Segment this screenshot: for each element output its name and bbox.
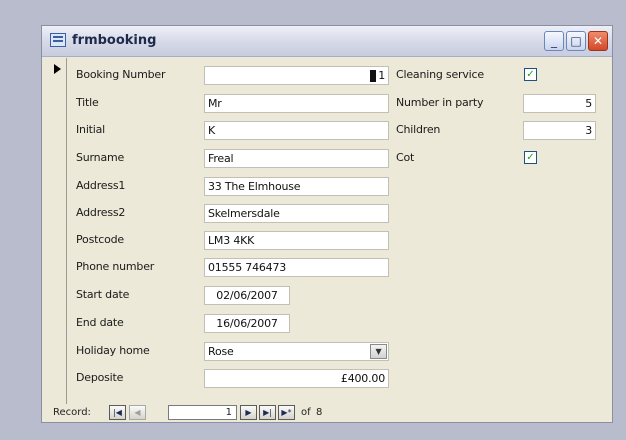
deposite-field[interactable]: £400.00: [204, 369, 389, 388]
record-label: Record:: [53, 407, 91, 418]
children-field[interactable]: 3: [523, 121, 596, 140]
new-record-button[interactable]: ▶*: [278, 405, 295, 420]
window-title: frmbooking: [72, 33, 157, 48]
minimize-button[interactable]: _: [544, 31, 564, 51]
address1-field[interactable]: 33 The Elmhouse: [204, 177, 389, 196]
phone-number-field[interactable]: 01555 746473: [204, 258, 389, 277]
end-date-field[interactable]: 16/06/2007: [204, 314, 290, 333]
label-initial: Initial: [76, 123, 106, 136]
current-record-input[interactable]: 1: [168, 405, 237, 420]
label-end-date: End date: [76, 316, 124, 329]
label-phone-number: Phone number: [76, 260, 155, 273]
form-window: frmbooking _ □ ✕ Booking Number 1 Title …: [41, 25, 613, 423]
postcode-field[interactable]: LM3 4KK: [204, 231, 389, 250]
title-bar: frmbooking _ □ ✕: [42, 26, 612, 57]
next-record-button[interactable]: ▶: [240, 405, 257, 420]
surname-field[interactable]: Freal: [204, 149, 389, 168]
label-booking-number: Booking Number: [76, 68, 166, 81]
booking-number-value: 1: [378, 69, 385, 82]
title-field[interactable]: Mr: [204, 94, 389, 113]
close-button[interactable]: ✕: [588, 31, 608, 51]
record-navigation-bar: Record: |◀ ◀ 1 ▶ ▶| ▶* of 8: [50, 404, 605, 422]
previous-record-button[interactable]: ◀: [129, 405, 146, 420]
record-total: 8: [316, 407, 323, 418]
form-icon: [50, 33, 66, 47]
maximize-button[interactable]: □: [566, 31, 586, 51]
label-postcode: Postcode: [76, 233, 124, 246]
initial-field[interactable]: K: [204, 121, 389, 140]
label-start-date: Start date: [76, 288, 130, 301]
label-surname: Surname: [76, 151, 125, 164]
label-title: Title: [76, 96, 99, 109]
current-record-arrow-icon: [54, 64, 61, 74]
label-address2: Address2: [76, 206, 126, 219]
label-address1: Address1: [76, 179, 126, 192]
label-deposite: Deposite: [76, 371, 124, 384]
holiday-home-combo[interactable]: Rose ▼: [204, 342, 389, 361]
cot-checkbox[interactable]: ✓: [524, 151, 537, 164]
label-holiday-home: Holiday home: [76, 344, 150, 357]
record-of-label: of: [301, 407, 311, 418]
label-cleaning-service: Cleaning service: [396, 68, 484, 81]
booking-number-field[interactable]: 1: [204, 66, 389, 85]
first-record-button[interactable]: |◀: [109, 405, 126, 420]
number-in-party-field[interactable]: 5: [523, 94, 596, 113]
start-date-field[interactable]: 02/06/2007: [204, 286, 290, 305]
text-cursor: [370, 70, 377, 82]
cleaning-service-checkbox[interactable]: ✓: [524, 68, 537, 81]
last-record-button[interactable]: ▶|: [259, 405, 276, 420]
chevron-down-icon[interactable]: ▼: [370, 344, 387, 359]
label-number-in-party: Number in party: [396, 96, 484, 109]
record-selector[interactable]: [50, 58, 67, 404]
holiday-home-value: Rose: [208, 345, 234, 358]
address2-field[interactable]: Skelmersdale: [204, 204, 389, 223]
label-cot: Cot: [396, 151, 415, 164]
label-children: Children: [396, 123, 441, 136]
